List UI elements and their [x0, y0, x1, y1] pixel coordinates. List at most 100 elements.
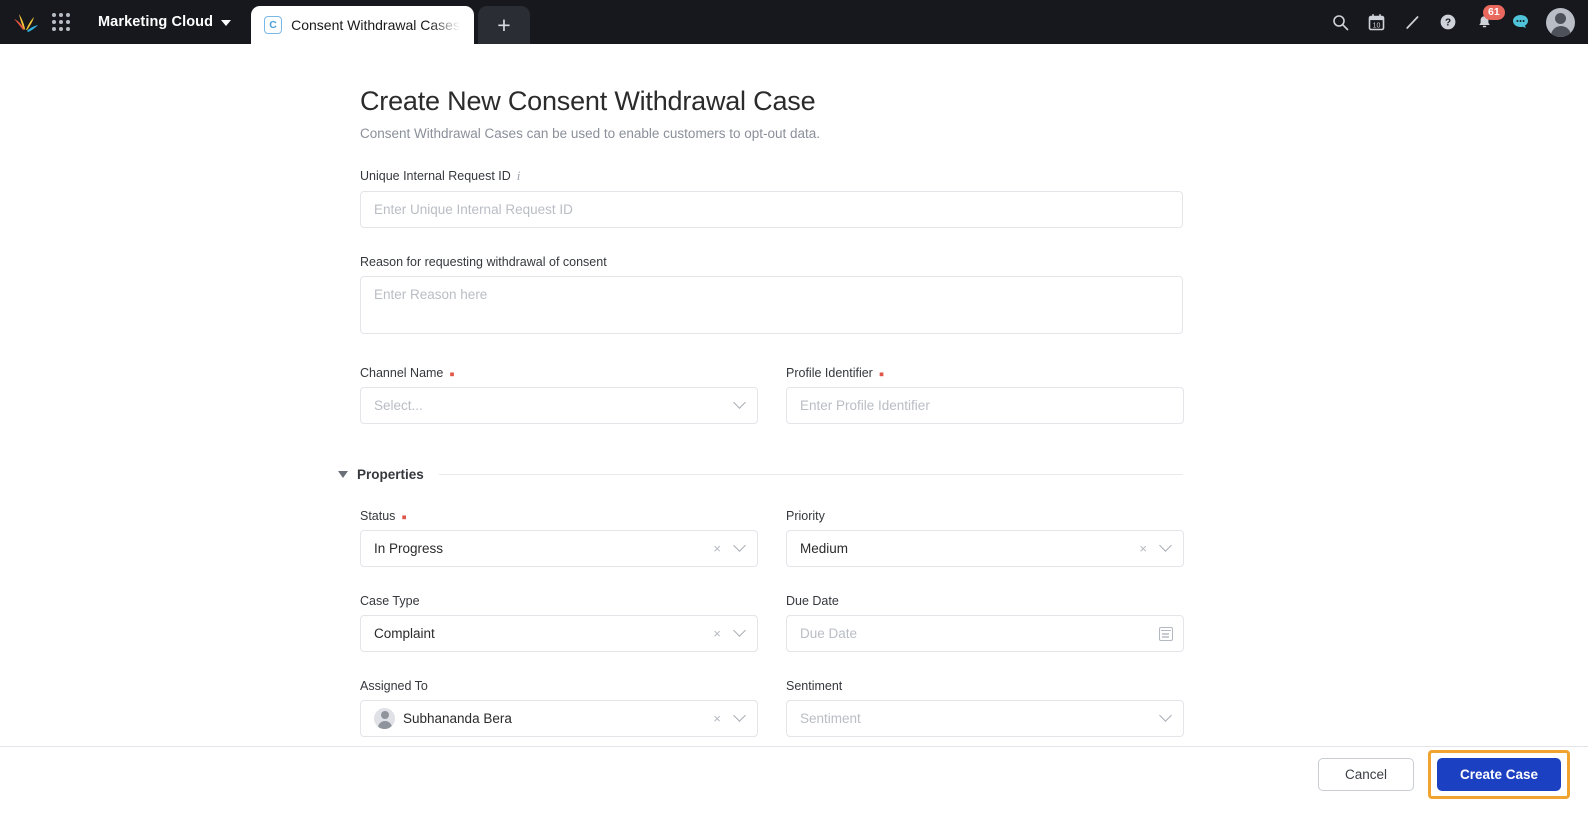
due-date-value: Due Date: [800, 626, 858, 641]
sentiment-select[interactable]: Sentiment: [786, 700, 1184, 737]
app-launcher-grid-icon[interactable]: [48, 9, 74, 35]
chevron-down-icon: [733, 624, 746, 637]
notifications-bell-icon[interactable]: 61: [1469, 5, 1505, 37]
salesforce-marketing-cloud-logo[interactable]: [8, 9, 42, 35]
row-status-priority: Status ▪ In Progress × Priority Medium ×: [360, 509, 1588, 567]
label-sentiment: Sentiment: [786, 679, 1184, 693]
field-case-type: Case Type Complaint ×: [360, 594, 758, 652]
field-profile-identifier: Profile Identifier ▪: [786, 366, 1184, 424]
assigned-to-select[interactable]: Subhananda Bera ×: [360, 700, 758, 737]
info-icon[interactable]: i: [517, 168, 521, 184]
assigned-to-value: Subhananda Bera: [403, 711, 512, 726]
section-divider: [438, 474, 1183, 475]
due-date-picker[interactable]: Due Date: [786, 615, 1184, 652]
field-due-date: Due Date Due Date: [786, 594, 1184, 652]
clear-icon[interactable]: ×: [710, 711, 724, 726]
label-status: Status ▪: [360, 509, 407, 526]
create-case-button[interactable]: Create Case: [1437, 757, 1561, 791]
label-assigned-to: Assigned To: [360, 679, 758, 693]
chat-icon[interactable]: [1505, 7, 1535, 37]
label-text: Due Date: [786, 594, 839, 608]
label-text: Profile Identifier: [786, 366, 873, 380]
svg-text:?: ?: [1445, 18, 1451, 29]
label-text: Channel Name: [360, 366, 444, 380]
priority-value: Medium: [800, 541, 849, 556]
unique-internal-request-id-input[interactable]: [360, 191, 1183, 228]
clear-icon[interactable]: ×: [710, 626, 724, 641]
field-sentiment: Sentiment Sentiment: [786, 679, 1184, 737]
chevron-down-icon: [733, 539, 746, 552]
label-profile-identifier: Profile Identifier ▪: [786, 366, 885, 383]
top-navigation-bar: Marketing Cloud C Consent Withdrawal Cas…: [0, 0, 1588, 44]
priority-select[interactable]: Medium ×: [786, 530, 1184, 567]
status-value: In Progress: [374, 541, 444, 556]
label-unique-internal-request-id: Unique Internal Request ID i: [360, 168, 1588, 184]
tab-label: Consent Withdrawal Cases: [291, 17, 460, 33]
row-casetype-duedate: Case Type Complaint × Due Date Due Date: [360, 594, 1588, 652]
field-status: Status ▪ In Progress ×: [360, 509, 758, 567]
label-reason: Reason for requesting withdrawal of cons…: [360, 255, 1588, 269]
create-case-form: Create New Consent Withdrawal Case Conse…: [0, 44, 1588, 737]
chevron-down-icon: [221, 20, 232, 26]
field-assigned-to: Assigned To Subhananda Bera ×: [360, 679, 758, 737]
consent-case-icon: C: [264, 16, 283, 34]
cloud-name-label: Marketing Cloud: [98, 14, 214, 30]
page-bottom-fill: [0, 801, 1588, 834]
tab-consent-withdrawal-cases[interactable]: C Consent Withdrawal Cases: [251, 6, 474, 44]
case-type-value: Complaint: [374, 626, 435, 641]
page-subtitle: Consent Withdrawal Cases can be used to …: [360, 126, 821, 141]
label-text: Case Type: [360, 594, 420, 608]
cancel-button[interactable]: Cancel: [1318, 757, 1414, 791]
chevron-down-icon: [1159, 539, 1172, 552]
pencil-icon[interactable]: [1397, 7, 1427, 37]
form-footer: Cancel Create Case: [0, 746, 1588, 801]
label-due-date: Due Date: [786, 594, 1184, 608]
nav-right-group: 10 ? 61: [1325, 0, 1588, 44]
search-icon[interactable]: [1325, 7, 1355, 37]
label-text: Sentiment: [786, 679, 843, 693]
properties-section-label: Properties: [357, 467, 424, 482]
field-priority: Priority Medium ×: [786, 509, 1184, 567]
case-type-select[interactable]: Complaint ×: [360, 615, 758, 652]
channel-name-value: Select...: [374, 398, 423, 413]
tab-strip: C Consent Withdrawal Cases +: [251, 0, 530, 44]
label-text: Assigned To: [360, 679, 428, 693]
user-avatar[interactable]: [1546, 7, 1575, 37]
label-text: Status: [360, 509, 396, 523]
cloud-switcher[interactable]: Marketing Cloud: [88, 0, 241, 44]
chevron-down-icon: [1159, 709, 1172, 722]
field-reason: Reason for requesting withdrawal of cons…: [360, 255, 1588, 339]
clear-icon[interactable]: ×: [1136, 541, 1150, 556]
assignee-avatar-icon: [374, 708, 395, 729]
create-case-highlight: Create Case: [1428, 749, 1570, 799]
collapse-triangle-icon[interactable]: [338, 471, 348, 478]
label-text: Unique Internal Request ID: [360, 169, 511, 183]
profile-identifier-input[interactable]: [786, 387, 1184, 424]
svg-text:10: 10: [1372, 22, 1380, 29]
label-priority: Priority: [786, 509, 1184, 523]
chevron-down-icon: [733, 396, 746, 409]
add-tab-button[interactable]: +: [477, 6, 530, 44]
nav-left-group: Marketing Cloud C Consent Withdrawal Cas…: [0, 0, 530, 44]
label-case-type: Case Type: [360, 594, 758, 608]
label-text: Priority: [786, 509, 825, 523]
reason-textarea[interactable]: [360, 276, 1183, 334]
label-text: Reason for requesting withdrawal of cons…: [360, 255, 607, 269]
calendar-icon[interactable]: 10: [1361, 7, 1391, 37]
channel-name-select[interactable]: Select...: [360, 387, 758, 424]
page-title: Create New Consent Withdrawal Case: [360, 86, 816, 116]
sentiment-value: Sentiment: [800, 711, 861, 726]
clear-icon[interactable]: ×: [710, 541, 724, 556]
status-select[interactable]: In Progress ×: [360, 530, 758, 567]
chevron-down-icon: [733, 709, 746, 722]
notification-count-badge: 61: [1483, 5, 1505, 20]
properties-section-header[interactable]: Properties: [338, 467, 1183, 482]
label-channel-name: Channel Name ▪: [360, 366, 455, 383]
field-channel-name: Channel Name ▪ Select...: [360, 366, 758, 424]
calendar-icon[interactable]: [1159, 626, 1173, 641]
page-content: Create New Consent Withdrawal Case Conse…: [0, 44, 1588, 746]
row-assignedto-sentiment: Assigned To Subhananda Bera × Sentiment …: [360, 679, 1588, 737]
help-icon[interactable]: ?: [1433, 7, 1463, 37]
field-unique-internal-request-id: Unique Internal Request ID i: [360, 168, 1588, 228]
row-channel-profile: Channel Name ▪ Select... Profile Identif…: [360, 366, 1588, 424]
